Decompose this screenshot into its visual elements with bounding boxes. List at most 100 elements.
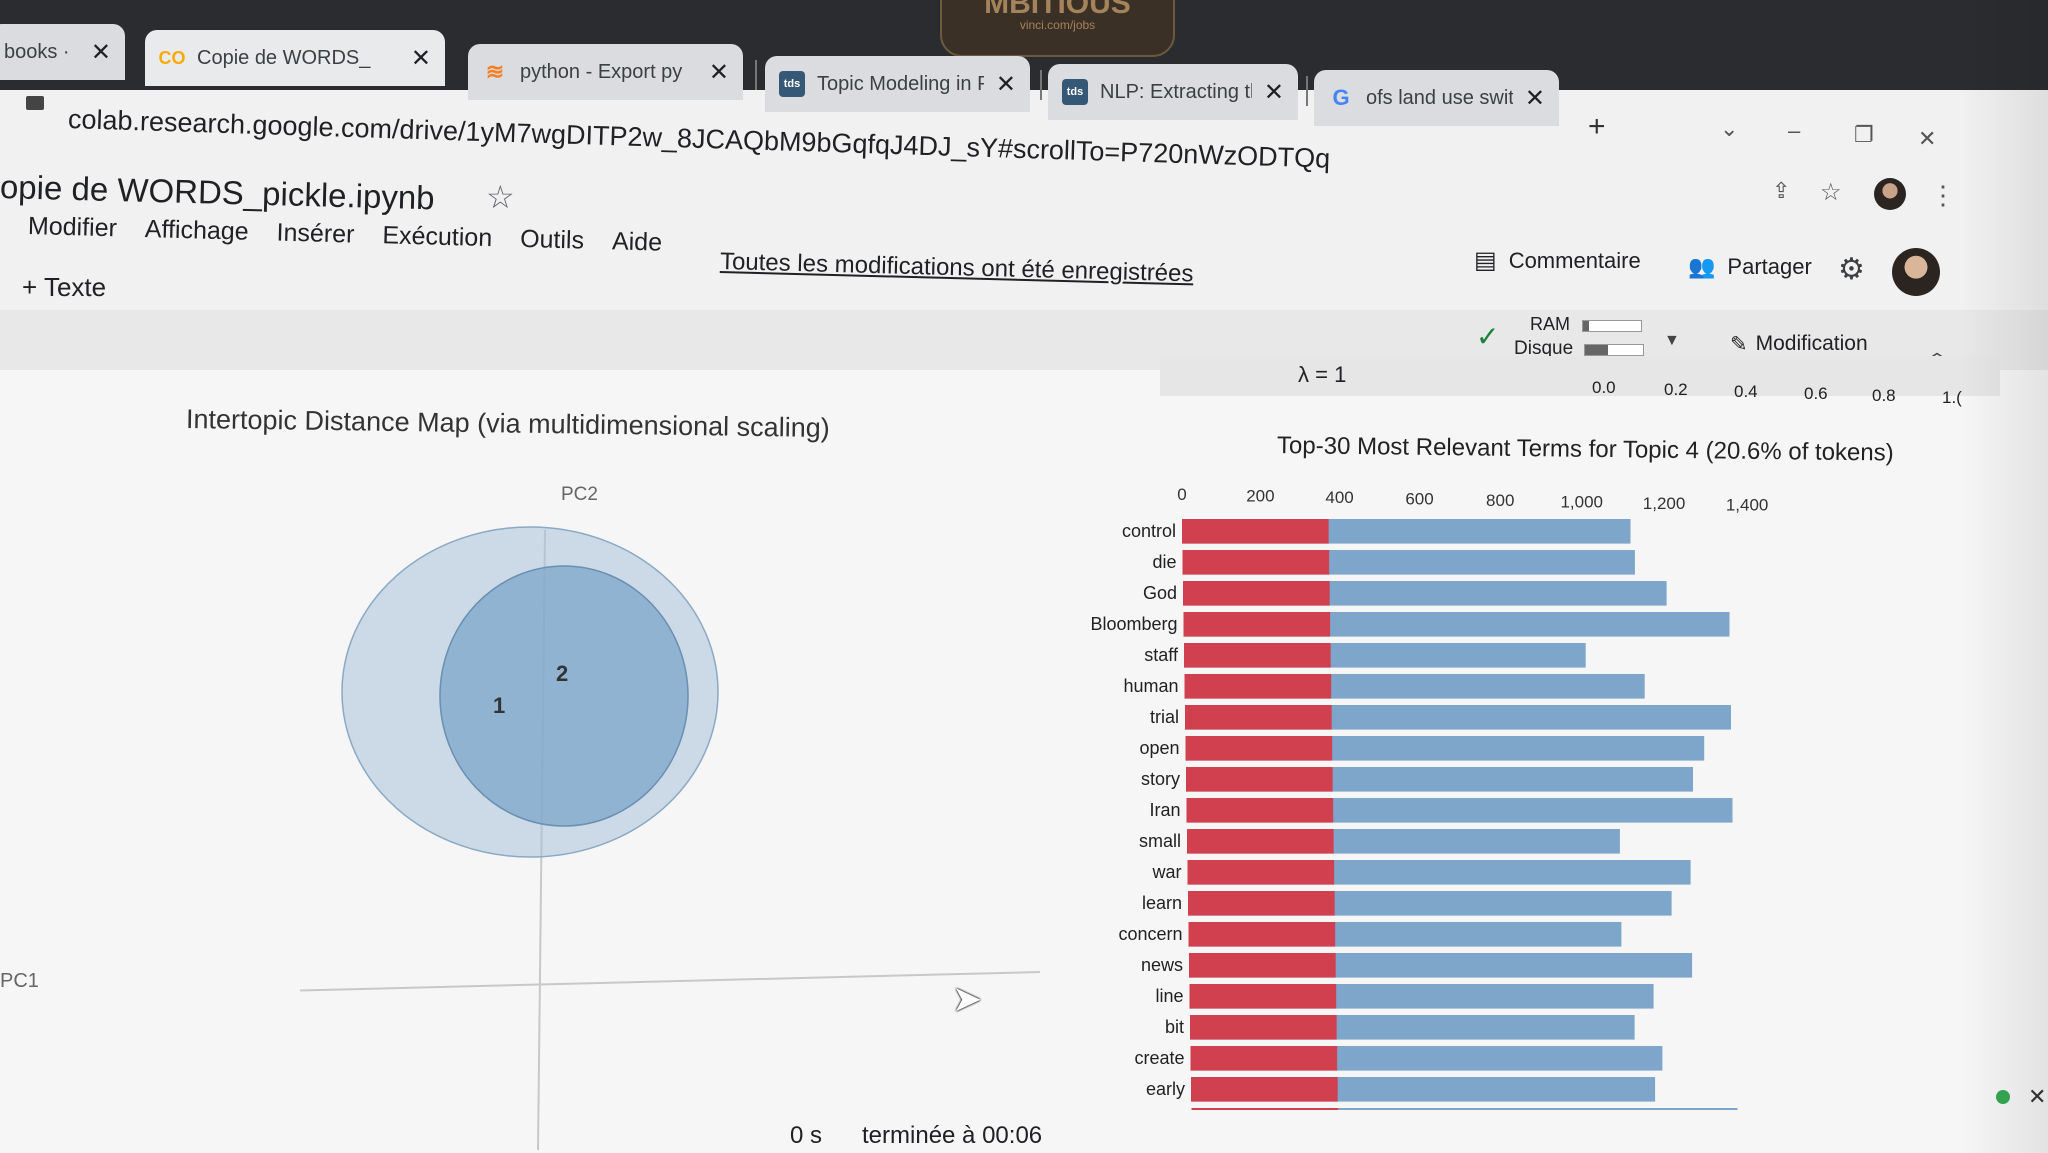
term-label[interactable]: trial [1150,707,1179,727]
term-bar-topic[interactable] [1190,1015,1337,1040]
term-label[interactable]: story [1141,769,1180,789]
mouse-cursor-icon: ➤ [952,978,983,1019]
term-bar-topic[interactable] [1185,736,1333,761]
term-bar-topic[interactable] [1191,1077,1338,1102]
browser-tab[interactable]: books · ✕ [0,24,125,80]
term-label[interactable]: staff [1144,645,1179,665]
window-close-icon[interactable]: ✕ [1918,126,1936,152]
disk-meter-fill [1585,345,1609,355]
term-bar-topic[interactable] [1185,705,1332,730]
term-label[interactable]: die [1152,552,1176,572]
term-bar-topic[interactable] [1190,1046,1338,1071]
close-icon[interactable]: ✕ [411,44,431,73]
comment-button[interactable]: ▤ Commentaire [1474,246,1641,275]
term-label[interactable]: war [1151,862,1181,882]
term-label[interactable]: concern [1118,924,1182,944]
ram-meter[interactable] [1582,320,1642,332]
term-bar-topic[interactable] [1184,643,1331,668]
tab-title: Topic Modeling in P [817,72,984,95]
term-label[interactable]: early [1146,1079,1185,1099]
term-bar-topic[interactable] [1183,581,1330,606]
term-label[interactable]: learn [1142,893,1182,913]
more-vert-icon[interactable]: ⋮ [1930,180,1956,211]
menu-item-aide[interactable]: Aide [612,227,663,257]
term-bar-topic[interactable] [1188,922,1336,947]
term-label[interactable]: line [1155,986,1183,1006]
disk-meter[interactable] [1584,344,1644,356]
connected-status-icon [1996,1090,2010,1104]
topic-circle-2[interactable] [439,565,689,827]
term-label[interactable]: human [1123,676,1178,696]
check-icon: ✓ [1476,321,1500,352]
browser-profile-avatar[interactable] [1874,178,1906,210]
browser-tab[interactable]: G ofs land use switze ✕ [1314,70,1559,126]
term-bar-topic[interactable] [1182,519,1329,544]
x-tick-label: 1,400 [1726,496,1769,515]
term-label[interactable]: bit [1165,1017,1184,1037]
intertopic-map: 1 2 [300,526,1041,1150]
term-label[interactable]: open [1139,738,1179,758]
term-label[interactable]: create [1134,1048,1184,1068]
menu-item-execution[interactable]: Exécution [382,221,492,253]
screen: MBITIOUS vinci.com/jobs books · ✕ CO Cop… [0,0,2048,1153]
relevant-terms-chart: 0 200 400 600 800 1,000 1,200 1,400 control die G… [1090,485,1769,1110]
execution-status: 0 s terminée à 00:06 [790,1122,1042,1150]
share-icon[interactable]: ⇪ [1772,178,1790,204]
gear-icon[interactable]: ⚙ [1838,252,1865,287]
chevron-down-icon[interactable]: ▼ [1664,332,1680,350]
term-bar-topic[interactable] [1188,891,1335,916]
star-icon[interactable]: ☆ [486,178,515,216]
slider-tick: 0.2 [1664,380,1688,399]
term-bar-topic[interactable] [1191,1108,1339,1110]
share-label: Partager [1727,254,1812,279]
term-bar-topic[interactable] [1187,829,1334,854]
term-bar-topic[interactable] [1182,550,1330,575]
term-bar-topic[interactable] [1186,767,1333,792]
term-label[interactable]: small [1139,831,1181,851]
close-icon[interactable]: ✕ [1264,78,1284,107]
edit-mode-button[interactable]: ✎ Modification [1730,332,1868,357]
x-tick-label: 200 [1246,487,1274,506]
term-bar-topic[interactable] [1183,612,1331,637]
term-label[interactable]: news [1141,955,1183,975]
term-label[interactable]: Bloomberg [1090,614,1177,634]
share-button[interactable]: 👥 Partager [1688,254,1812,280]
menu-item-outils[interactable]: Outils [520,225,585,256]
close-panel-icon[interactable]: ✕ [2028,1084,2046,1110]
term-bar-topic[interactable] [1186,798,1334,823]
close-icon[interactable]: ✕ [1525,84,1545,113]
menu-item-inserer[interactable]: Insérer [276,219,355,250]
browser-tab[interactable]: tds NLP: Extracting the ✕ [1048,64,1298,120]
close-icon[interactable]: ✕ [996,70,1016,99]
term-bar-topic[interactable] [1187,860,1335,885]
tab-search-icon[interactable]: ⌄ [1720,116,1738,142]
close-icon[interactable]: ✕ [709,58,729,87]
tab-separator [755,60,757,90]
minimize-icon[interactable]: – [1788,118,1800,144]
term-bar-topic[interactable] [1189,953,1336,978]
tab-separator [1306,76,1308,106]
add-text-cell-button[interactable]: + Texte [22,272,106,303]
save-status-link[interactable]: Toutes les modifications ont été enregis… [720,248,1194,288]
term-bar-topic[interactable] [1184,674,1332,699]
tab-title: books · [4,40,70,63]
close-icon[interactable]: ✕ [91,38,111,67]
new-tab-button[interactable]: + [1588,110,1606,144]
bookmark-star-icon[interactable]: ☆ [1820,178,1842,207]
term-label[interactable]: control [1122,521,1176,541]
term-label[interactable]: Iran [1149,800,1180,820]
x-tick-label: 800 [1486,491,1514,510]
menu-bar: Modifier Affichage Insérer Exécution Out… [28,212,663,258]
comment-icon: ▤ [1474,247,1497,274]
avatar[interactable] [1892,248,1940,296]
browser-tab[interactable]: tds Topic Modeling in P ✕ [765,56,1030,112]
restore-icon[interactable]: ❐ [1854,122,1874,148]
menu-item-affichage[interactable]: Affichage [145,215,249,247]
term-bar-topic[interactable] [1189,984,1337,1009]
browser-tab-active[interactable]: CO Copie de WORDS_ ✕ [145,30,445,86]
slider-tick: 1.( [1942,388,1962,407]
tab-title: Copie de WORDS_ [197,46,371,69]
menu-item-modifier[interactable]: Modifier [28,212,118,243]
term-label[interactable]: God [1143,583,1177,603]
browser-tab[interactable]: ≋ python - Export py ✕ [468,44,743,100]
